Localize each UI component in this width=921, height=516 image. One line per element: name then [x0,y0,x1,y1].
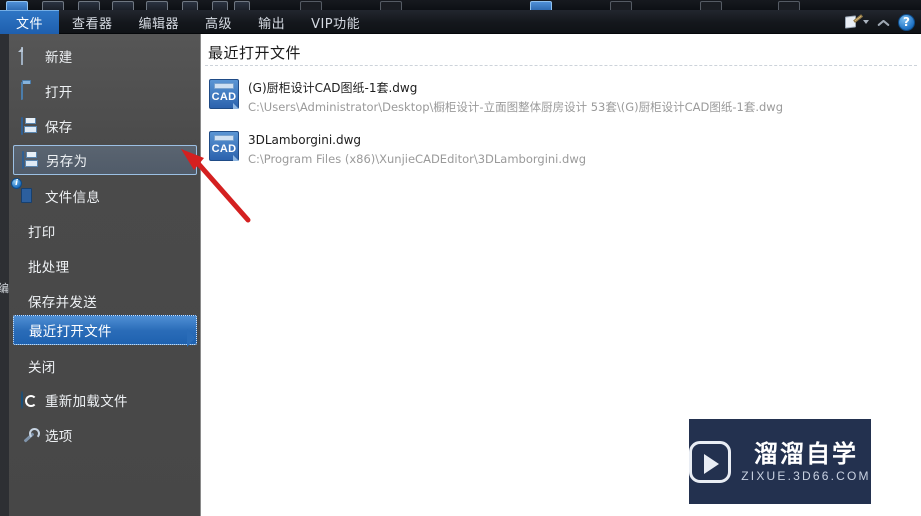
quick-icon-new-doc[interactable] [6,1,28,10]
recent-file-path: C:\Users\Administrator\Desktop\橱柜设计-立面图整… [248,100,784,114]
watermark-brand-cn: 溜溜自学 [754,439,858,468]
sidebar-item-label: 重新加载文件 [45,394,128,410]
quick-access-toolbar [0,0,921,10]
quick-icon-pan[interactable] [380,1,402,10]
sidebar-item-label: 新建 [45,50,73,66]
file-menu-sidebar: 新建 打开 保存 另存为 i 文件信息 打印 批处理 保存并发送 最近打开文件 … [9,34,201,516]
help-icon[interactable]: ? [898,13,915,31]
chevron-up-icon[interactable] [878,17,889,28]
left-edge-sliver: 编辑器 [0,34,9,516]
tab-editor[interactable]: 编辑器 [126,10,193,34]
sidebar-item-print[interactable]: 打印 [13,216,197,246]
save-floppy-icon [21,116,38,135]
sidebar-item-batch[interactable]: 批处理 [13,251,197,281]
sidebar-item-label: 打开 [45,85,73,101]
tab-vip[interactable]: VIP功能 [298,10,373,34]
reload-icon [21,390,38,409]
tab-file[interactable]: 文件 [0,10,60,34]
app-window: 文件 查看器 编辑器 高级 输出 VIP功能 ? 编辑器 新建 [0,0,921,516]
quick-icon-text-tool[interactable] [234,1,250,10]
ribbon-tab-bar: 文件 查看器 编辑器 高级 输出 VIP功能 ? [0,10,921,34]
sidebar-item-label: 文件信息 [45,190,101,206]
quick-icon-grid[interactable] [300,1,322,10]
cad-file-icon: CAD [209,131,239,161]
sidebar-item-open[interactable]: 打开 [13,76,197,106]
tab-viewer[interactable]: 查看器 [59,10,126,34]
quick-icon-save-as[interactable] [112,1,134,10]
wrench-options-icon [21,427,38,444]
quick-icon-extra-b[interactable] [778,1,800,10]
sidebar-item-save-as[interactable]: 另存为 [13,145,197,175]
quick-icon-save-file[interactable] [78,1,100,10]
recent-file-row[interactable]: CAD (G)厨柜设计CAD图纸-1套.dwg C:\Users\Adminis… [205,76,905,122]
cad-file-icon: CAD [209,79,239,109]
sidebar-item-file-info[interactable]: i 文件信息 [11,177,197,211]
quick-icon-open-file[interactable] [42,1,64,10]
recent-file-name: 3DLamborgini.dwg [248,133,362,147]
sidebar-item-label: 打印 [28,225,56,241]
sidebar-item-label: 关闭 [28,360,56,376]
page-title: 最近打开文件 [208,44,302,62]
recent-file-name: (G)厨柜设计CAD图纸-1套.dwg [248,81,418,95]
sidebar-item-reload[interactable]: 重新加载文件 [13,385,197,415]
save-as-floppy-icon [22,150,39,169]
watermark-brand-en: ZIXUE.3D66.COM [741,468,871,483]
titlebar-right-icons: ? [845,10,915,34]
new-document-icon [21,46,38,65]
play-button-logo-icon [689,440,732,483]
tab-output[interactable]: 输出 [245,10,298,34]
sidebar-item-recent-files[interactable]: 最近打开文件 [13,315,197,345]
sidebar-item-options[interactable]: 选项 [13,420,197,450]
file-info-icon: i [11,177,38,205]
title-separator [205,65,917,66]
tab-advanced[interactable]: 高级 [192,10,245,34]
sidebar-item-label: 最近打开文件 [29,324,112,340]
sidebar-item-label: 选项 [45,429,73,445]
edge-sliver-label: 编辑器 [0,282,9,295]
signature-pen-button[interactable] [845,14,869,30]
sidebar-item-label: 保存 [45,120,73,136]
quick-icon-print[interactable] [146,1,168,10]
recent-file-row[interactable]: CAD 3DLamborgini.dwg C:\Program Files (x… [205,128,905,174]
ribbon-tabs: 文件 查看器 编辑器 高级 输出 VIP功能 [0,10,921,34]
sidebar-item-label: 批处理 [28,260,70,276]
quick-icon-layer[interactable] [182,1,198,10]
watermark-logo: 溜溜自学 ZIXUE.3D66.COM [689,419,871,504]
recent-file-path: C:\Program Files (x86)\XunjieCADEditor\3… [248,152,587,166]
quick-icon-measure[interactable] [212,1,228,10]
sidebar-item-label: 另存为 [46,154,88,170]
signature-pen-icon [845,14,863,30]
open-folder-icon [21,81,38,100]
chevron-down-icon[interactable] [863,20,869,24]
sidebar-item-close[interactable]: 关闭 [13,351,197,381]
quick-icon-zoom-tool[interactable] [530,1,552,10]
sidebar-item-save[interactable]: 保存 [13,111,197,141]
sidebar-item-label: 保存并发送 [28,295,97,311]
quick-icon-select-tool[interactable] [610,1,632,10]
sidebar-item-save-and-send[interactable]: 保存并发送 [13,286,197,316]
selected-item-pointer [187,329,195,347]
sidebar-item-new[interactable]: 新建 [13,41,197,71]
quick-icon-extra-a[interactable] [700,1,722,10]
